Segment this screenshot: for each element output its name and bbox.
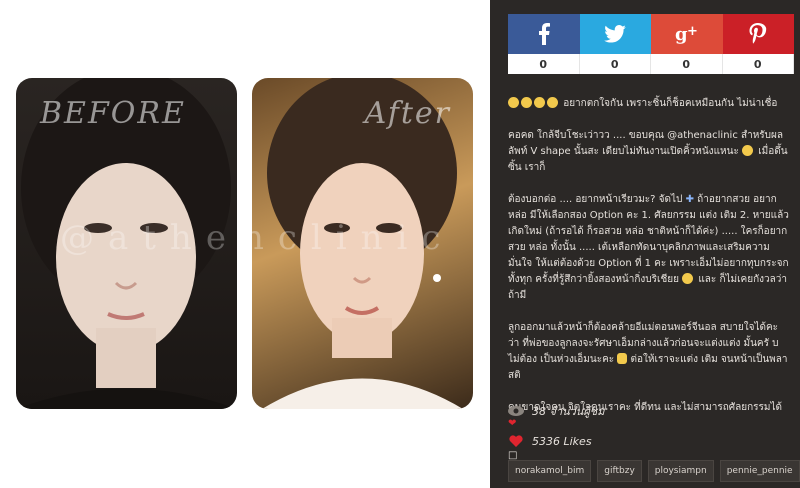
caption-paragraph: อยากตกใจกัน เพราะชิ้นก็ช็อคเหมือนกัน ไม่… xyxy=(508,96,790,112)
heart-icon[interactable] xyxy=(508,435,524,447)
pinterest-icon xyxy=(749,23,767,44)
user-tag[interactable]: ploysiampn xyxy=(647,460,714,482)
views-row: 38 จำนวนผู้ชม xyxy=(508,400,790,422)
caption-paragraph: ลูกออกมาแล้วหน้าก็ต้องคล้ายอีแม่ตอนพอร์จ… xyxy=(508,320,790,384)
scream-emoji-icon xyxy=(547,97,558,108)
laughing-emoji-icon xyxy=(682,273,694,284)
tag-list: norakamol_bim giftbzy ploysiampn pennie_… xyxy=(508,460,800,482)
scream-emoji-icon xyxy=(508,97,519,108)
share-twitter-button[interactable] xyxy=(579,14,651,54)
caption-text: ถ้าอยากสวย อยาก xyxy=(697,194,777,205)
after-photo[interactable]: After @athenclinic xyxy=(252,78,473,409)
views-count: 38 จำนวนผู้ชม xyxy=(532,405,605,418)
caption-text: อยากตกใจกัน เพราะชิ้นก็ช็อคเหมือนกัน ไม่… xyxy=(563,98,778,109)
eye-icon xyxy=(508,405,524,417)
post-sidebar: 0 0 g + 0 0 อยากตกใจกัน เพราะชิ้นก็ช็อคเ… xyxy=(490,0,800,488)
user-tag[interactable]: pennie_pennie xyxy=(719,460,800,482)
before-photo[interactable]: BEFORE @athenclinic xyxy=(16,78,237,409)
share-twitter[interactable]: 0 xyxy=(579,14,651,74)
after-label: After xyxy=(364,96,451,131)
post-stats: 38 จำนวนผู้ชม 5336 Likes xyxy=(508,400,790,460)
share-facebook-button[interactable] xyxy=(508,14,580,54)
share-twitter-count: 0 xyxy=(579,54,651,74)
share-facebook-count: 0 xyxy=(508,54,580,74)
share-facebook[interactable]: 0 xyxy=(508,14,580,74)
likes-count: 5336 Likes xyxy=(532,434,592,448)
share-pinterest-button[interactable] xyxy=(722,14,794,54)
share-pinterest[interactable]: 0 xyxy=(722,14,794,74)
likes-row: 5336 Likes xyxy=(508,430,790,452)
caption-text: ต้องบอกต่อ .... อยากหน้าเรียวมะ? จัดไป xyxy=(508,194,683,205)
thumbs-up-emoji-icon xyxy=(617,353,628,364)
plus-emoji-icon: ✚ xyxy=(685,194,694,205)
caption-paragraph: หล่อ มีให้เลือกสอง Option คะ 1. ศัลยกรรม… xyxy=(508,208,790,304)
user-tag[interactable]: norakamol_bim xyxy=(508,460,592,482)
fearful-emoji-icon xyxy=(742,145,753,156)
before-label: BEFORE xyxy=(40,96,186,131)
twitter-icon xyxy=(604,25,627,43)
photo-pane: BEFORE @athenclinic After @athenclinic xyxy=(0,0,490,488)
share-googleplus-count: 0 xyxy=(651,54,723,74)
watermark-text: @athenclinic xyxy=(60,218,237,258)
user-tag[interactable]: giftbzy xyxy=(597,460,642,482)
scream-emoji-icon xyxy=(521,97,532,108)
share-pinterest-count: 0 xyxy=(722,54,794,74)
google-plus-icon: g + xyxy=(675,24,698,44)
share-bar: 0 0 g + 0 0 xyxy=(508,14,794,74)
caption-paragraph: ต้องบอกต่อ .... อยากหน้าเรียวมะ? จัดไป ✚… xyxy=(508,192,790,208)
caption-paragraph: คอคด ใกล้จีบโชะเว่าวว .... ขอบคุณ @athen… xyxy=(508,128,790,176)
facebook-icon xyxy=(538,23,550,45)
watermark-text: @athenclinic xyxy=(252,218,455,258)
share-googleplus-button[interactable]: g + xyxy=(651,14,723,54)
scream-emoji-icon xyxy=(534,97,545,108)
share-googleplus[interactable]: g + 0 xyxy=(651,14,723,74)
svg-text:+: + xyxy=(687,24,698,39)
